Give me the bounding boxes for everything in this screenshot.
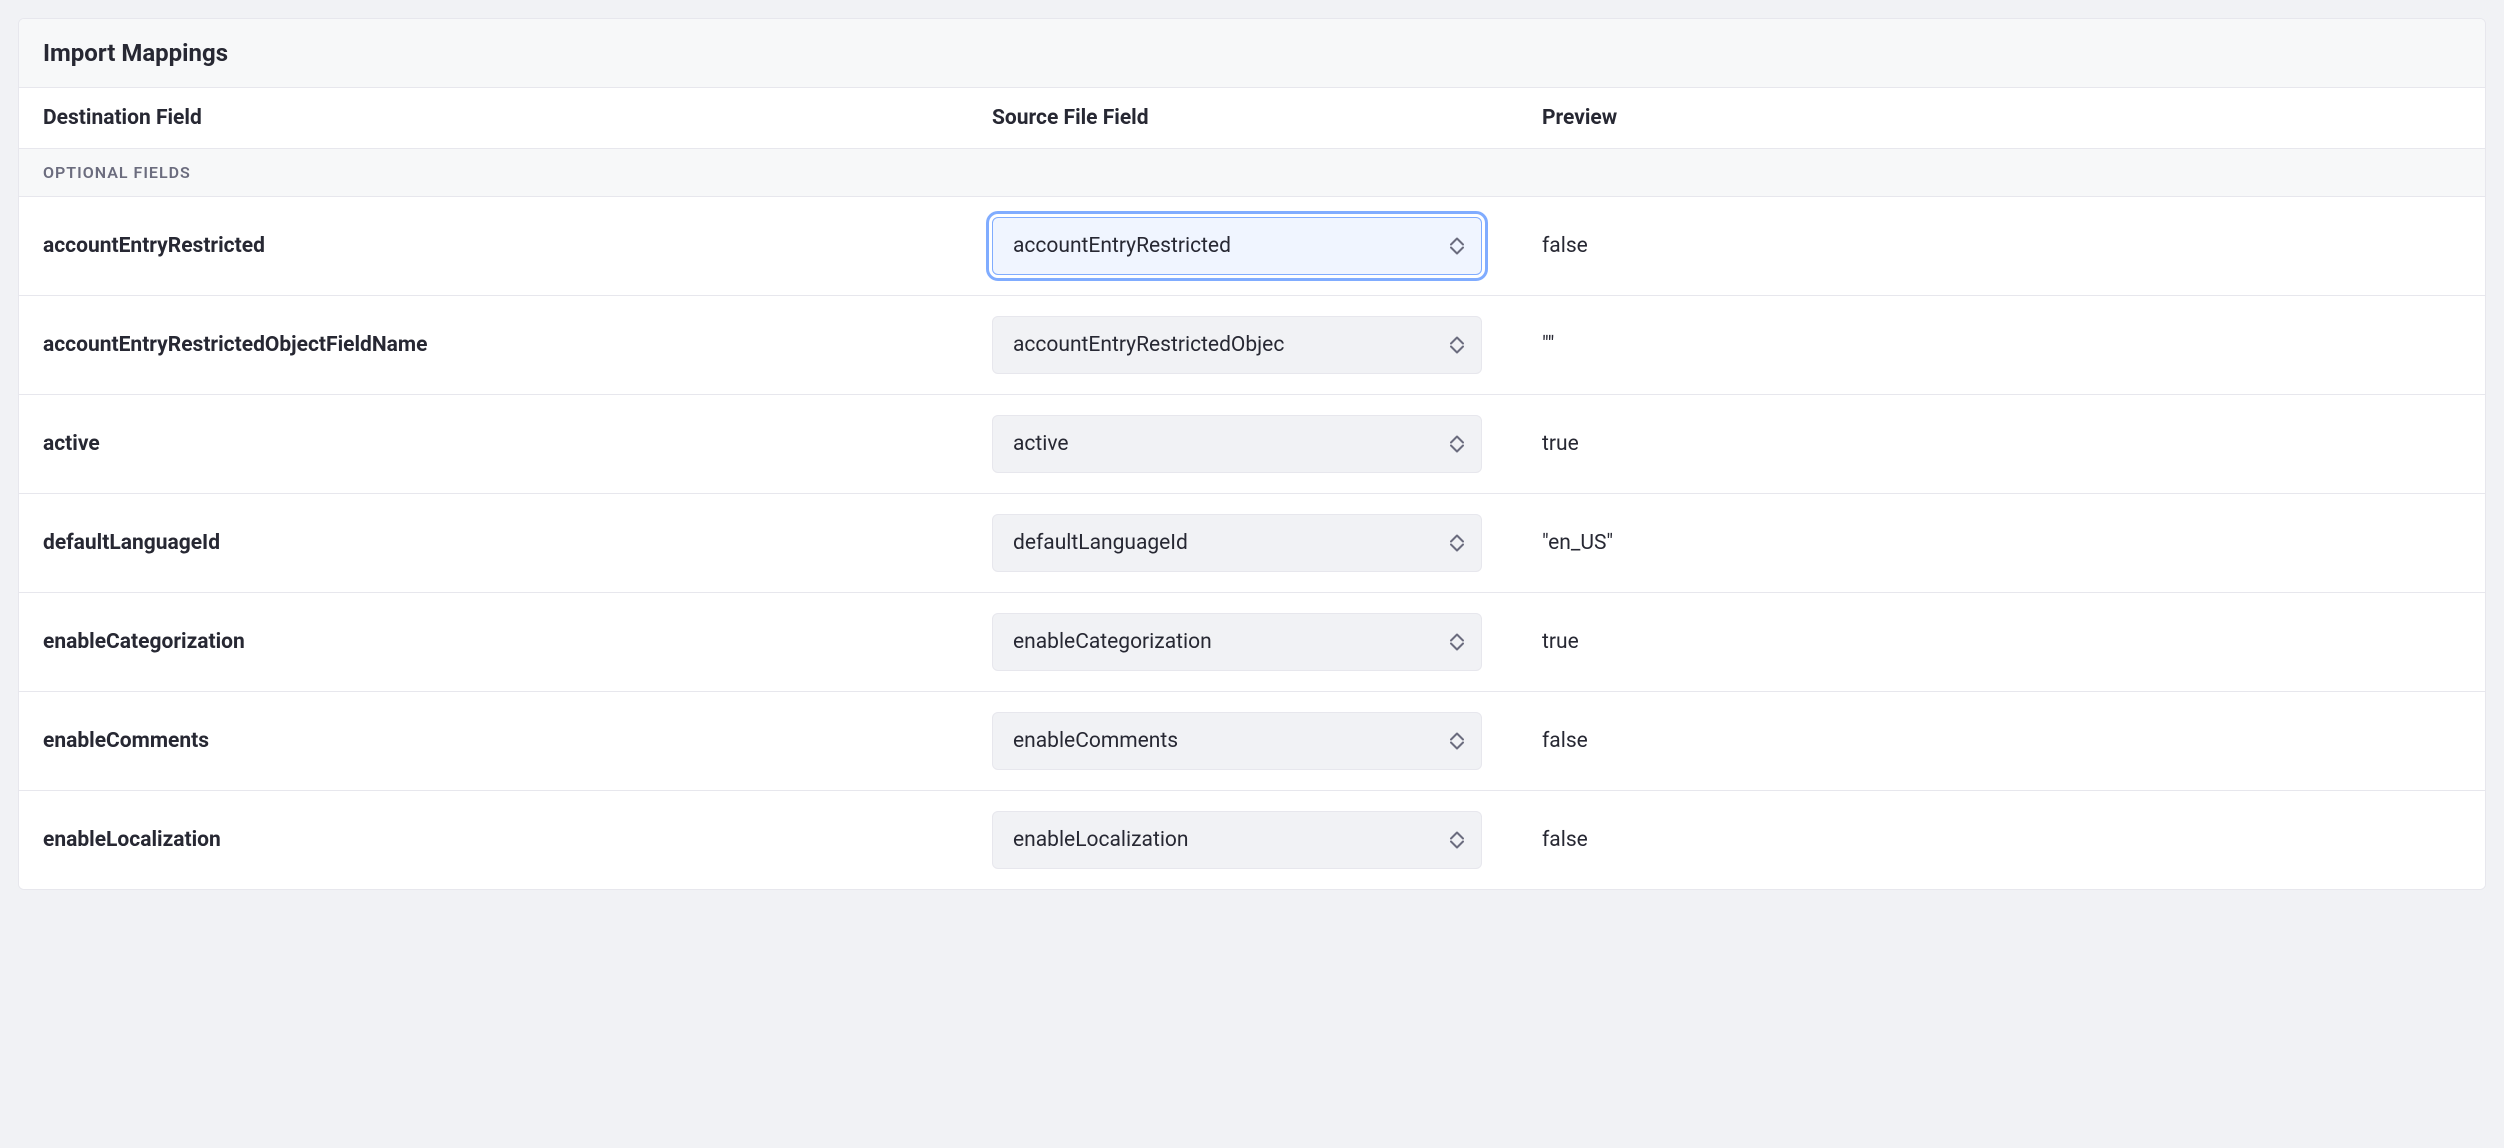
mapping-row: active active true — [19, 395, 2485, 494]
preview-value: false — [1542, 729, 2461, 753]
destination-field-label: active — [43, 432, 962, 456]
preview-value: true — [1542, 432, 2461, 456]
preview-value: false — [1542, 234, 2461, 258]
card-title: Import Mappings — [43, 39, 2461, 67]
source-field-select[interactable]: enableCategorization — [992, 613, 1482, 671]
mapping-row: enableCategorization enableCategorizatio… — [19, 593, 2485, 692]
column-header-source: Source File Field — [992, 106, 1512, 130]
import-mappings-card: Import Mappings Destination Field Source… — [18, 18, 2486, 890]
source-select-wrap: accountEntryRestrictedObjec — [992, 316, 1482, 374]
source-field-select[interactable]: enableComments — [992, 712, 1482, 770]
destination-field-label: defaultLanguageId — [43, 531, 962, 555]
source-select-wrap: enableLocalization — [992, 811, 1482, 869]
column-header-preview: Preview — [1542, 106, 2461, 130]
source-select-wrap: accountEntryRestricted — [992, 217, 1482, 275]
source-select-wrap: enableComments — [992, 712, 1482, 770]
destination-field-label: enableCategorization — [43, 630, 962, 654]
mapping-row: accountEntryRestrictedObjectFieldName ac… — [19, 296, 2485, 395]
preview-value: "" — [1542, 333, 2461, 357]
destination-field-label: accountEntryRestricted — [43, 234, 962, 258]
mapping-row: accountEntryRestricted accountEntryRestr… — [19, 197, 2485, 296]
source-select-wrap: active — [992, 415, 1482, 473]
destination-field-label: enableLocalization — [43, 828, 962, 852]
column-header-destination: Destination Field — [43, 106, 962, 130]
mapping-row: enableLocalization enableLocalization fa… — [19, 791, 2485, 889]
preview-value: true — [1542, 630, 2461, 654]
mapping-row: defaultLanguageId defaultLanguageId "en_… — [19, 494, 2485, 593]
destination-field-label: enableComments — [43, 729, 962, 753]
card-header: Import Mappings — [19, 19, 2485, 88]
mapping-row: enableComments enableComments false — [19, 692, 2485, 791]
source-field-select[interactable]: enableLocalization — [992, 811, 1482, 869]
preview-value: false — [1542, 828, 2461, 852]
source-select-wrap: enableCategorization — [992, 613, 1482, 671]
table-header-row: Destination Field Source File Field Prev… — [19, 88, 2485, 149]
source-field-select[interactable]: active — [992, 415, 1482, 473]
source-field-select[interactable]: accountEntryRestricted — [992, 217, 1482, 275]
source-field-select[interactable]: defaultLanguageId — [992, 514, 1482, 572]
source-field-select[interactable]: accountEntryRestrictedObjec — [992, 316, 1482, 374]
source-select-wrap: defaultLanguageId — [992, 514, 1482, 572]
preview-value: "en_US" — [1542, 531, 2461, 555]
section-label-optional: OPTIONAL FIELDS — [19, 149, 2485, 197]
mapping-rows: accountEntryRestricted accountEntryRestr… — [19, 197, 2485, 889]
destination-field-label: accountEntryRestrictedObjectFieldName — [43, 333, 962, 357]
